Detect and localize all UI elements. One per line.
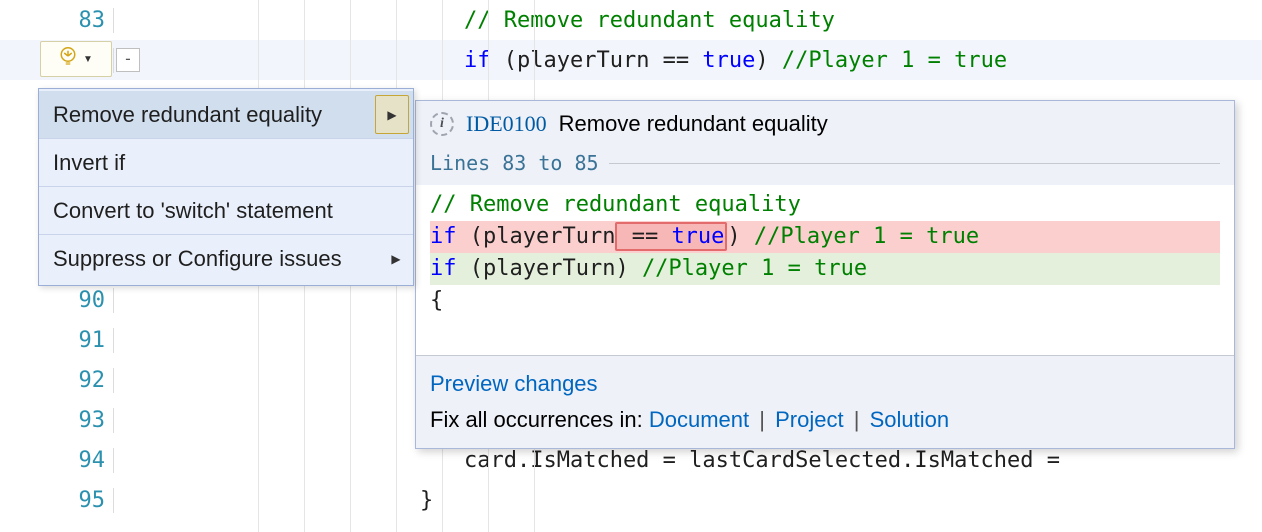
preview-header: i IDE0100 Remove redundant equality — [416, 101, 1234, 147]
fix-preview-tooltip: i IDE0100 Remove redundant equality Line… — [415, 100, 1235, 449]
comment: // Remove redundant equality — [464, 8, 835, 33]
fix-all-label: Fix all occurrences in: — [430, 407, 649, 432]
chevron-right-icon[interactable]: ▶ — [375, 95, 409, 134]
menu-item-label: Convert to 'switch' statement — [53, 198, 333, 224]
lightbulb-quick-actions-button[interactable]: ▼ — [40, 41, 112, 77]
preview-diff: // Remove redundant equality if (playerT… — [416, 185, 1234, 355]
preview-changes-link[interactable]: Preview changes — [430, 371, 598, 396]
preview-lines-label: Lines 83 to 85 — [416, 147, 1234, 185]
menu-item-label: Suppress or Configure issues — [53, 246, 342, 272]
menu-item-convert-switch[interactable]: Convert to 'switch' statement — [39, 187, 413, 235]
fix-solution-link[interactable]: Solution — [870, 407, 950, 432]
diagnostic-title: Remove redundant equality — [559, 111, 828, 137]
fix-document-link[interactable]: Document — [649, 407, 749, 432]
keyword-if: if — [464, 48, 491, 73]
menu-item-invert-if[interactable]: Invert if — [39, 139, 413, 187]
line-number: 92 — [0, 368, 114, 393]
quick-actions-menu: Remove redundant equality ▶ Invert if Co… — [38, 88, 414, 286]
collapse-toggle-button[interactable]: - — [116, 48, 140, 72]
preview-footer: Preview changes Fix all occurrences in: … — [416, 355, 1234, 448]
lightbulb-icon — [59, 47, 77, 71]
diff-added-line: if (playerTurn) //Player 1 = true — [430, 253, 1220, 285]
line-number: 93 — [0, 408, 114, 433]
line-number: 94 — [0, 448, 114, 473]
line-number: 90 — [0, 288, 114, 313]
chevron-right-icon: ▶ — [379, 235, 413, 283]
diagnostic-code: IDE0100 — [466, 111, 547, 137]
fix-project-link[interactable]: Project — [775, 407, 843, 432]
info-icon: i — [430, 112, 454, 136]
line-number: 95 — [0, 488, 114, 513]
line-number: 83 — [0, 8, 114, 33]
chevron-down-icon: ▼ — [83, 54, 93, 65]
menu-item-label: Invert if — [53, 150, 125, 176]
menu-item-label: Remove redundant equality — [53, 102, 322, 128]
menu-item-remove-redundant-equality[interactable]: Remove redundant equality ▶ — [39, 91, 413, 139]
code-line-83[interactable]: 83 // Remove redundant equality — [0, 0, 1262, 40]
menu-item-suppress-configure[interactable]: Suppress or Configure issues ▶ — [39, 235, 413, 283]
line-number: 91 — [0, 328, 114, 353]
code-line-95[interactable]: 95 } — [0, 480, 1262, 520]
code-line-84[interactable]: 84 if (playerTurn == true) //Player 1 = … — [0, 40, 1262, 80]
diff-removed-line: if (playerTurn == true) //Player 1 = tru… — [430, 221, 1220, 253]
